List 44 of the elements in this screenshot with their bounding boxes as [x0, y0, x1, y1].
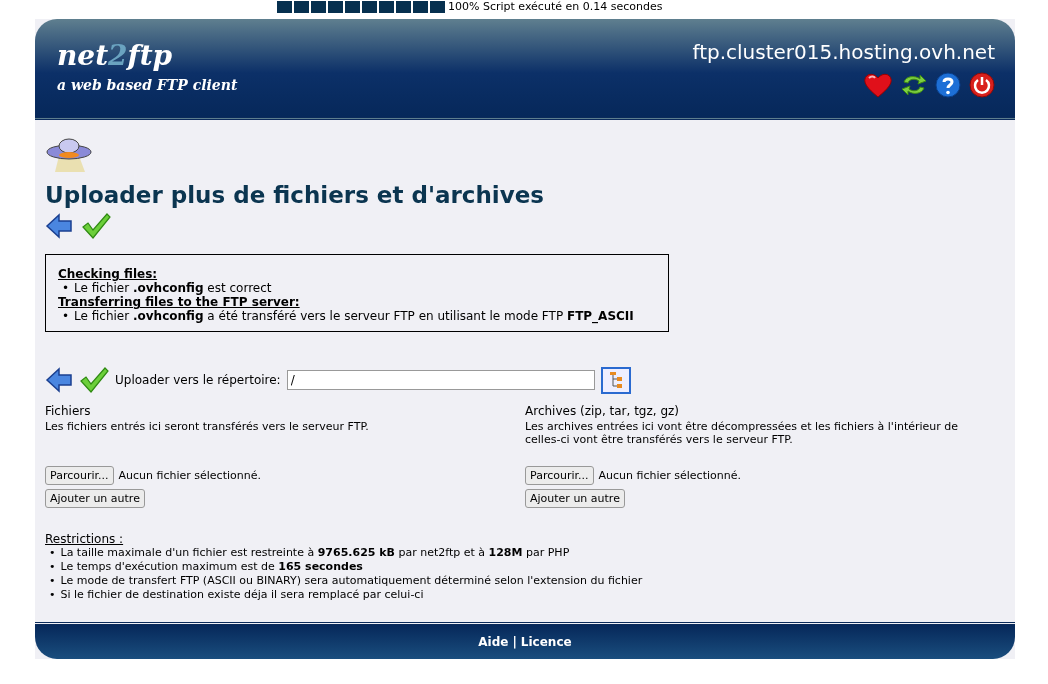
section-description: Les fichiers entrés ici seront transférés vers le serveur FTP.: [45, 420, 370, 435]
script-status-text: 100% Script exécuté en 0.14 secondes: [448, 0, 663, 13]
browse-button[interactable]: Parcourir...: [45, 466, 114, 485]
bullet: •: [62, 309, 70, 323]
checkmark-icon[interactable]: [79, 366, 109, 394]
footer-link[interactable]: Aide: [478, 635, 509, 649]
bullet: •: [49, 574, 56, 588]
bullet: •: [49, 546, 56, 560]
back-icon[interactable]: [45, 366, 73, 394]
directory-label: Uploader vers le répertoire:: [115, 373, 281, 387]
directory-field[interactable]: /: [286, 370, 595, 390]
message-heading: Transferring files to the FTP server:: [58, 295, 301, 309]
message-item: Le fichier .ovhconfig a été transféré vers le serveur FTP en utilisant le mode FTP FTP_ASCII: [74, 309, 634, 323]
section-title: Fichiers: [45, 404, 92, 418]
browse-directory-button[interactable]: [600, 366, 631, 394]
heart-icon[interactable]: [863, 72, 893, 98]
section-description: Les archives entrées ici vont être décompressées et les fichiers à l'intérieur de celles-ci vont être transférés vers le serveur FTP.: [525, 420, 960, 448]
logo-tagline: a web based FTP client: [57, 77, 238, 93]
restriction-item: Le temps d'exécution maximum est de 165 secondes: [60, 560, 363, 574]
section-title: Archives (zip, tar, tgz, gz): [525, 404, 680, 418]
message-item: Le fichier .ovhconfig est correct: [74, 281, 272, 295]
server-name: ftp.cluster015.hosting.ovh.net: [692, 40, 995, 64]
bullet: •: [49, 588, 56, 602]
restriction-item: La taille maximale d'un fichier est restreinte à 9765.625 kB par net2ftp et à 128M par PHP: [60, 546, 570, 560]
footer-link[interactable]: Licence: [520, 635, 572, 649]
bullet: •: [62, 281, 70, 295]
browse-button[interactable]: Parcourir...: [525, 466, 594, 485]
file-status: Aucun fichier sélectionné.: [118, 469, 261, 482]
separator: |: [512, 635, 517, 649]
back-icon[interactable]: [45, 212, 73, 240]
refresh-icon[interactable]: [901, 72, 927, 98]
restriction-item: Si le fichier de destination existe déja il sera remplacé par celui-ci: [60, 588, 424, 602]
checkmark-icon[interactable]: [81, 212, 111, 240]
power-icon[interactable]: [969, 72, 995, 98]
help-icon[interactable]: [935, 72, 961, 98]
message-heading: Checking files:: [58, 267, 159, 281]
restrictions-title: Restrictions :: [45, 532, 125, 546]
logo-title: net2ftp: [57, 41, 174, 71]
bullet: •: [49, 560, 56, 574]
restriction-item: Le mode de transfert FTP (ASCII ou BINARY) sera automatiquement déterminé selon l'extension du fichier: [60, 574, 643, 588]
file-status: Aucun fichier sélectionné.: [598, 469, 741, 482]
add-another-button[interactable]: Ajouter un autre: [45, 489, 145, 508]
page-title: Uploader plus de fichiers et d'archives: [45, 182, 545, 208]
add-another-button[interactable]: Ajouter un autre: [525, 489, 625, 508]
